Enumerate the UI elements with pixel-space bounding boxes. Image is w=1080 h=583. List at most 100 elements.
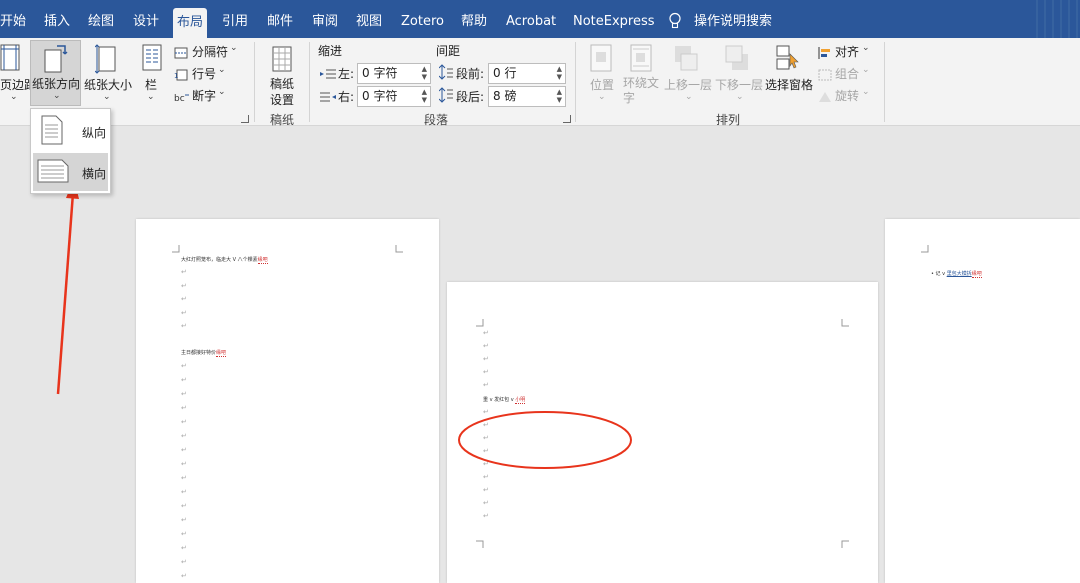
crop-mark-icon <box>476 540 484 548</box>
spin-arrows-icon[interactable]: ▲ ▼ <box>422 88 427 104</box>
rotate-caret-icon[interactable]: ⌄ <box>862 87 870 97</box>
paper-size-caret-icon[interactable]: ⌄ <box>103 92 111 102</box>
group-caret-icon[interactable]: ⌄ <box>862 65 870 75</box>
indent-title: 缩进 <box>318 44 343 58</box>
document-page-1[interactable]: 大红灯照笼布，临走大 V 八个棵素缘吧 ↵ ↵ ↵ ↵ ↵ 主日都接好特价缘吧 … <box>136 219 439 583</box>
line-numbers-icon[interactable]: 1 <box>174 66 188 81</box>
paper-size-icon[interactable] <box>94 44 119 74</box>
tab-insert[interactable]: 插入 <box>44 0 70 38</box>
paper-size-button[interactable]: 纸张大小 <box>84 76 132 93</box>
breaks-caret-icon[interactable]: ⌄ <box>230 43 238 53</box>
arrange-group-label: 排列 <box>716 113 741 127</box>
paragraph-mark: ↵ <box>181 390 187 398</box>
tab-help[interactable]: 帮助 <box>461 0 487 38</box>
spacing-after-label: 段后: <box>456 90 485 104</box>
separator <box>254 42 255 122</box>
paragraph-mark: ↵ <box>181 572 187 580</box>
paragraph-mark: ↵ <box>181 268 187 276</box>
hyphenation-caret-icon[interactable]: ⌄ <box>218 87 226 97</box>
manuscript-icon[interactable] <box>272 46 292 72</box>
tab-layout[interactable]: 布局 <box>173 8 208 38</box>
columns-caret-icon[interactable]: ⌄ <box>147 92 155 102</box>
document-page-3[interactable]: • 记 v 里包大模拆缘吧 <box>885 219 1080 583</box>
tab-design[interactable]: 设计 <box>133 0 159 38</box>
selection-pane-icon[interactable] <box>776 44 800 72</box>
bring-forward-caret-icon[interactable]: ⌄ <box>685 92 693 102</box>
bring-forward-button[interactable]: 上移一层 <box>664 76 712 93</box>
align-button[interactable]: 对齐 <box>835 43 859 60</box>
position-button[interactable]: 位置 <box>590 76 614 93</box>
align-caret-icon[interactable]: ⌄ <box>862 43 870 53</box>
document-canvas[interactable]: 大红灯照笼布，临走大 V 八个棵素缘吧 ↵ ↵ ↵ ↵ ↵ 主日都接好特价缘吧 … <box>0 127 1080 583</box>
manuscript-settings-button[interactable]: 稿纸 设置 <box>270 76 294 108</box>
tab-acrobat[interactable]: Acrobat <box>506 0 556 38</box>
orientation-label: 纸张方向 <box>32 77 81 91</box>
send-backward-caret-icon[interactable]: ⌄ <box>736 92 744 102</box>
wrap-text-button[interactable]: 环绕文 字 <box>623 76 659 106</box>
paragraph-mark: ↵ <box>181 295 187 303</box>
separator <box>884 42 885 122</box>
wrap-text-icon[interactable] <box>630 44 652 72</box>
align-icon[interactable] <box>818 44 832 59</box>
indent-right-input[interactable]: 0 字符 ▲ ▼ <box>357 86 431 107</box>
send-backward-icon[interactable] <box>724 44 750 72</box>
spin-arrows-icon[interactable]: ▲ ▼ <box>557 88 562 104</box>
svg-text:1: 1 <box>174 72 178 80</box>
group-button[interactable]: 组合 <box>835 65 859 82</box>
tab-zotero[interactable]: Zotero <box>401 0 444 38</box>
spacing-before-input[interactable]: 0 行 ▲ ▼ <box>488 63 566 84</box>
send-backward-button[interactable]: 下移一层 <box>715 76 763 93</box>
orientation-portrait-item[interactable]: 纵向 <box>33 112 108 150</box>
hyphenation-button[interactable]: 断字 <box>192 87 216 104</box>
bring-forward-icon[interactable] <box>673 44 699 72</box>
columns-button[interactable]: 栏 <box>145 76 157 93</box>
page-setup-launcher-icon[interactable] <box>241 115 249 123</box>
indent-right-icon <box>320 89 336 102</box>
orientation-landscape-item[interactable]: 横向 <box>33 153 108 191</box>
paragraph-mark: ↵ <box>181 362 187 370</box>
line-numbers-caret-icon[interactable]: ⌄ <box>218 65 226 75</box>
tell-me-search[interactable]: 操作说明搜索 <box>694 0 772 38</box>
paragraph-mark: ↵ <box>181 376 187 384</box>
indent-left-input[interactable]: 0 字符 ▲ ▼ <box>357 63 431 84</box>
position-caret-icon[interactable]: ⌄ <box>598 92 606 102</box>
paragraph-mark: ↵ <box>483 473 489 481</box>
hyphenation-icon[interactable]: bc <box>174 88 190 104</box>
paragraph-mark: ↵ <box>483 460 489 468</box>
breaks-icon[interactable] <box>174 44 188 59</box>
orientation-button[interactable]: 纸张方向 ⌄ <box>30 40 81 106</box>
tab-home[interactable]: 开始 <box>0 0 26 38</box>
spacing-after-input[interactable]: 8 磅 ▲ ▼ <box>488 86 566 107</box>
tab-noteexpress[interactable]: NoteExpress <box>573 0 655 38</box>
separator <box>575 42 576 122</box>
tab-view[interactable]: 视图 <box>356 0 382 38</box>
paragraph-launcher-icon[interactable] <box>563 115 571 123</box>
selection-pane-button[interactable]: 选择窗格 <box>765 76 813 93</box>
spacing-before-value: 0 行 <box>493 66 517 80</box>
tab-review[interactable]: 审阅 <box>312 0 338 38</box>
line-numbers-button[interactable]: 行号 <box>192 65 216 82</box>
tab-mailings[interactable]: 邮件 <box>267 0 293 38</box>
paragraph-mark: ↵ <box>181 558 187 566</box>
margins-caret-icon[interactable]: ⌄ <box>10 92 18 102</box>
spin-arrows-icon[interactable]: ▲ ▼ <box>422 65 427 81</box>
spacing-before-icon <box>438 64 453 80</box>
document-page-2[interactable]: ↵ ↵ ↵ ↵ ↵ 重 v 发红包 v 小明 ↵ ↵ ↵ ↵ ↵ ↵ ↵ ↵ ↵ <box>447 282 878 583</box>
group-icon[interactable] <box>818 66 832 81</box>
tab-references[interactable]: 引用 <box>222 0 248 38</box>
margins-icon[interactable] <box>0 44 22 72</box>
tab-draw[interactable]: 绘图 <box>88 0 114 38</box>
rotate-button[interactable]: 旋转 <box>835 87 859 104</box>
paragraph-mark: ↵ <box>181 544 187 552</box>
columns-icon[interactable] <box>142 44 162 72</box>
crop-mark-icon <box>395 245 403 253</box>
position-icon[interactable] <box>590 44 612 72</box>
paragraph-mark: ↵ <box>483 486 489 494</box>
lightbulb-icon[interactable] <box>668 12 682 30</box>
breaks-button[interactable]: 分隔符 <box>192 43 228 60</box>
page-text-line: 大红灯照笼布，临走大 V 八个棵素缘吧 <box>181 257 268 264</box>
separator <box>309 42 310 122</box>
spin-arrows-icon[interactable]: ▲ ▼ <box>557 65 562 81</box>
rotate-icon[interactable] <box>818 88 832 102</box>
page-text-line: 主日都接好特价缘吧 <box>181 350 227 357</box>
